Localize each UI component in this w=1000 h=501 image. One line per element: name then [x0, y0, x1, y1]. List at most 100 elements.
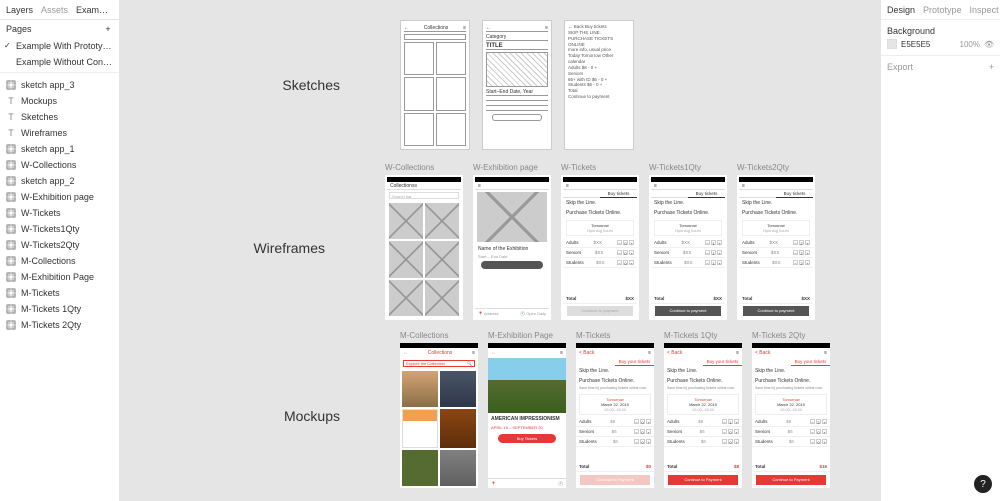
frame-icon [6, 144, 16, 154]
layer-label: M-Exhibition Page [21, 272, 94, 282]
background-label: Background [887, 26, 994, 36]
tab-inspect[interactable]: Inspect [970, 5, 999, 15]
frame-icon [6, 304, 16, 314]
artboard-label: W-Tickets1Qty [649, 163, 701, 172]
frame-icon [6, 176, 16, 186]
mockup-artboard[interactable]: < Back≡Buy your ticketsSkip the Line.Pur… [664, 343, 742, 488]
layer-label: W-Tickets [21, 208, 61, 218]
layer-item[interactable]: sketch app_3 [0, 77, 119, 93]
section-mockups: Mockups M-Collections←Collections≡Explor… [260, 343, 830, 488]
layer-item[interactable]: M-Collections [0, 253, 119, 269]
help-button[interactable]: ? [974, 475, 992, 493]
layer-label: Mockups [21, 96, 57, 106]
buy-button [492, 114, 542, 121]
sketch-app-2[interactable]: ←≡ Category TITLE Start–End Date, Year [482, 20, 552, 150]
sketch-app-3[interactable]: ← Back Buy ticketsSKIP THE LINE.PURCHASE… [564, 20, 634, 150]
frame-icon [6, 320, 16, 330]
layer-item[interactable]: W-Tickets1Qty [0, 221, 119, 237]
color-swatch[interactable] [887, 39, 897, 49]
text-icon: T [6, 128, 16, 138]
visibility-icon[interactable]: 👁 [984, 40, 994, 49]
layer-label: W-Exhibition page [21, 192, 94, 202]
export-label: Export [887, 62, 913, 72]
handwritten-content: ← Back Buy ticketsSKIP THE LINE.PURCHASE… [568, 24, 630, 100]
background-color-row[interactable]: E5E5E5 100% 👁 [887, 39, 994, 49]
layer-item[interactable]: T Sketches [0, 109, 119, 125]
layer-item[interactable]: W-Tickets [0, 205, 119, 221]
pages-list: Example With Prototype Conne…Example Wit… [0, 38, 119, 70]
left-panel: Layers Assets Example With … Pages + Exa… [0, 0, 120, 501]
color-opacity[interactable]: 100% [960, 40, 980, 49]
page-item[interactable]: Example With Prototype Conne… [0, 38, 119, 54]
pages-label: Pages [6, 24, 32, 34]
layer-item[interactable]: W-Tickets2Qty [0, 237, 119, 253]
frame-icon [6, 240, 16, 250]
wireframes-row: W-CollectionsCollections≡Search barW-Exh… [385, 175, 815, 320]
sketches-label: Sketches [260, 77, 340, 93]
wireframes-label: Wireframes [245, 240, 325, 256]
wireframe-artboard[interactable]: Collections≡Search bar [385, 175, 463, 320]
layer-item[interactable]: M-Tickets [0, 285, 119, 301]
mockup-artboard[interactable]: < Back≡Buy your ticketsSkip the Line.Pur… [752, 343, 830, 488]
artboard-label: W-Tickets [561, 163, 596, 172]
layer-item[interactable]: M-Exhibition Page [0, 269, 119, 285]
artboard-label: M-Tickets [576, 331, 610, 340]
layer-label: W-Tickets1Qty [21, 224, 80, 234]
color-hex[interactable]: E5E5E5 [901, 40, 930, 49]
tab-design[interactable]: Design [887, 5, 915, 15]
layer-label: Wireframes [21, 128, 67, 138]
layers-list: sketch app_3 T Mockups T Sketches T Wireframes… [0, 73, 119, 501]
layer-label: Sketches [21, 112, 58, 122]
layer-item[interactable]: T Wireframes [0, 125, 119, 141]
artboard-label: W-Collections [385, 163, 434, 172]
layer-label: sketch app_1 [21, 144, 75, 154]
image-placeholder [486, 52, 548, 87]
canvas[interactable]: Sketches ← Collections ≡ ←≡ Category TITLE… [120, 0, 880, 501]
artboard-label: M-Collections [400, 331, 448, 340]
frame-icon [6, 192, 16, 202]
layer-item[interactable]: W-Exhibition page [0, 189, 119, 205]
tab-prototype[interactable]: Prototype [923, 5, 962, 15]
layer-label: M-Tickets 2Qty [21, 320, 81, 330]
artboard-label: M-Tickets 1Qty [664, 331, 717, 340]
mockup-artboard[interactable]: ←≡AMERICAN IMPRESSIONISMAPRIL 15 – SEPTE… [488, 343, 566, 488]
layer-item[interactable]: M-Tickets 2Qty [0, 317, 119, 333]
artboard-label: W-Tickets2Qty [737, 163, 789, 172]
section-wireframes: Wireframes W-CollectionsCollections≡Sear… [245, 175, 815, 320]
add-export-icon[interactable]: + [989, 62, 994, 72]
left-tabs: Layers Assets Example With … [0, 0, 119, 20]
title: Collections [424, 25, 448, 31]
layer-label: W-Tickets2Qty [21, 240, 80, 250]
add-page-icon[interactable]: + [103, 24, 113, 34]
mockup-artboard[interactable]: ←Collections≡Explore the Collection🔍 [400, 343, 478, 488]
frame-icon [6, 208, 16, 218]
page-item[interactable]: Example Without Connection [0, 54, 119, 70]
wireframe-artboard[interactable]: ≡Buy ticketsSkip the Line.Purchase Ticke… [737, 175, 815, 320]
sketch-app-1[interactable]: ← Collections ≡ [400, 20, 470, 150]
mockup-artboard[interactable]: < Back≡Buy your ticketsSkip the Line.Pur… [576, 343, 654, 488]
tab-layers[interactable]: Layers [6, 5, 33, 15]
export-section: Export + [881, 56, 1000, 78]
artboard-label: M-Tickets 2Qty [752, 331, 805, 340]
layer-item[interactable]: sketch app_1 [0, 141, 119, 157]
menu-icon: ≡ [463, 25, 466, 31]
wireframe-artboard[interactable]: ≡Buy ticketsSkip the Line.Purchase Ticke… [561, 175, 639, 320]
frame-icon [6, 256, 16, 266]
layer-item[interactable]: M-Tickets 1Qty [0, 301, 119, 317]
tab-file[interactable]: Example With … [76, 5, 113, 15]
frame-icon [6, 160, 16, 170]
frame-icon [6, 288, 16, 298]
mockups-row: M-Collections←Collections≡Explore the Co… [400, 343, 830, 488]
text-icon: T [6, 96, 16, 106]
tab-assets[interactable]: Assets [41, 5, 68, 15]
wireframe-artboard[interactable]: ≡Buy ticketsSkip the Line.Purchase Ticke… [649, 175, 727, 320]
section-sketches: Sketches ← Collections ≡ ←≡ Category TITLE… [260, 20, 646, 150]
artboard-label: W-Exhibition page [473, 163, 538, 172]
wireframe-artboard[interactable]: ≡Name of the ExhibitionStart – End Date📍… [473, 175, 551, 320]
text-icon: T [6, 112, 16, 122]
layer-item[interactable]: W-Collections [0, 157, 119, 173]
layer-item[interactable]: sketch app_2 [0, 173, 119, 189]
layer-item[interactable]: T Mockups [0, 93, 119, 109]
search-bar [404, 34, 466, 40]
back-icon: ← [404, 25, 409, 31]
